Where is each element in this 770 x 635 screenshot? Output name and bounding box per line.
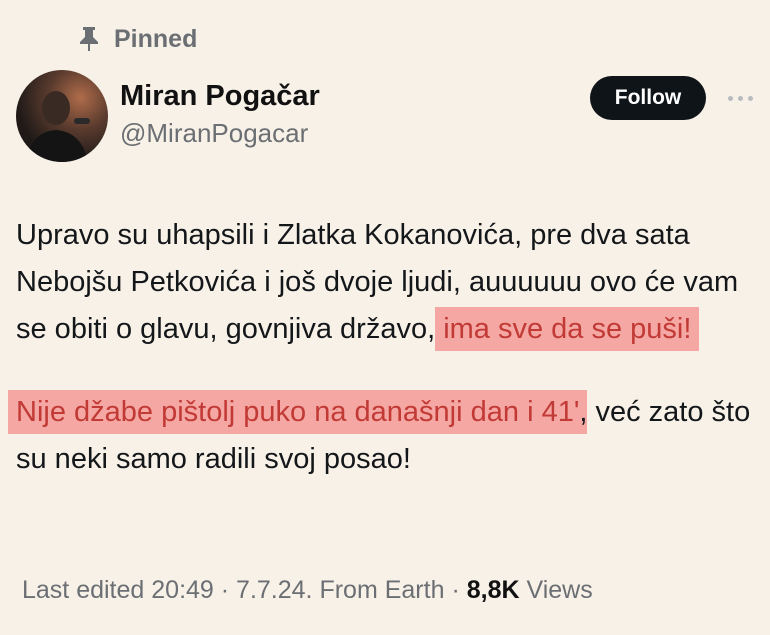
tweet-text: Upravo su uhapsili i Zlatka Kokanovića, … — [8, 212, 756, 483]
views-count: 8,8K — [466, 576, 520, 604]
more-options-icon[interactable] — [720, 86, 760, 110]
tweet-paragraph-2: Nije džabe pištolj puko na današnji dan … — [8, 389, 756, 483]
pinned-indicator: Pinned — [78, 22, 197, 56]
edited-timestamp[interactable]: Last edited 20:49 · 7.7.24. — [22, 576, 313, 604]
views-label: Views — [526, 576, 593, 604]
meta-separator: · — [451, 576, 460, 604]
follow-button[interactable]: Follow — [590, 76, 706, 120]
author-handle[interactable]: @MiranPogacar — [120, 118, 308, 149]
highlighted-text: Nije džabe pištolj puko na današnji dan … — [8, 390, 588, 434]
source-label: From Earth — [319, 576, 445, 604]
tweet-paragraph-1: Upravo su uhapsili i Zlatka Kokanovića, … — [16, 212, 756, 353]
avatar[interactable] — [16, 70, 108, 162]
pinned-label: Pinned — [114, 24, 198, 53]
pin-icon — [78, 26, 100, 52]
author-name[interactable]: Miran Pogačar — [120, 80, 320, 113]
highlighted-text: ima sve da se puši! — [435, 307, 700, 351]
tweet-meta: Last edited 20:49 · 7.7.24. From Earth ·… — [22, 576, 593, 605]
